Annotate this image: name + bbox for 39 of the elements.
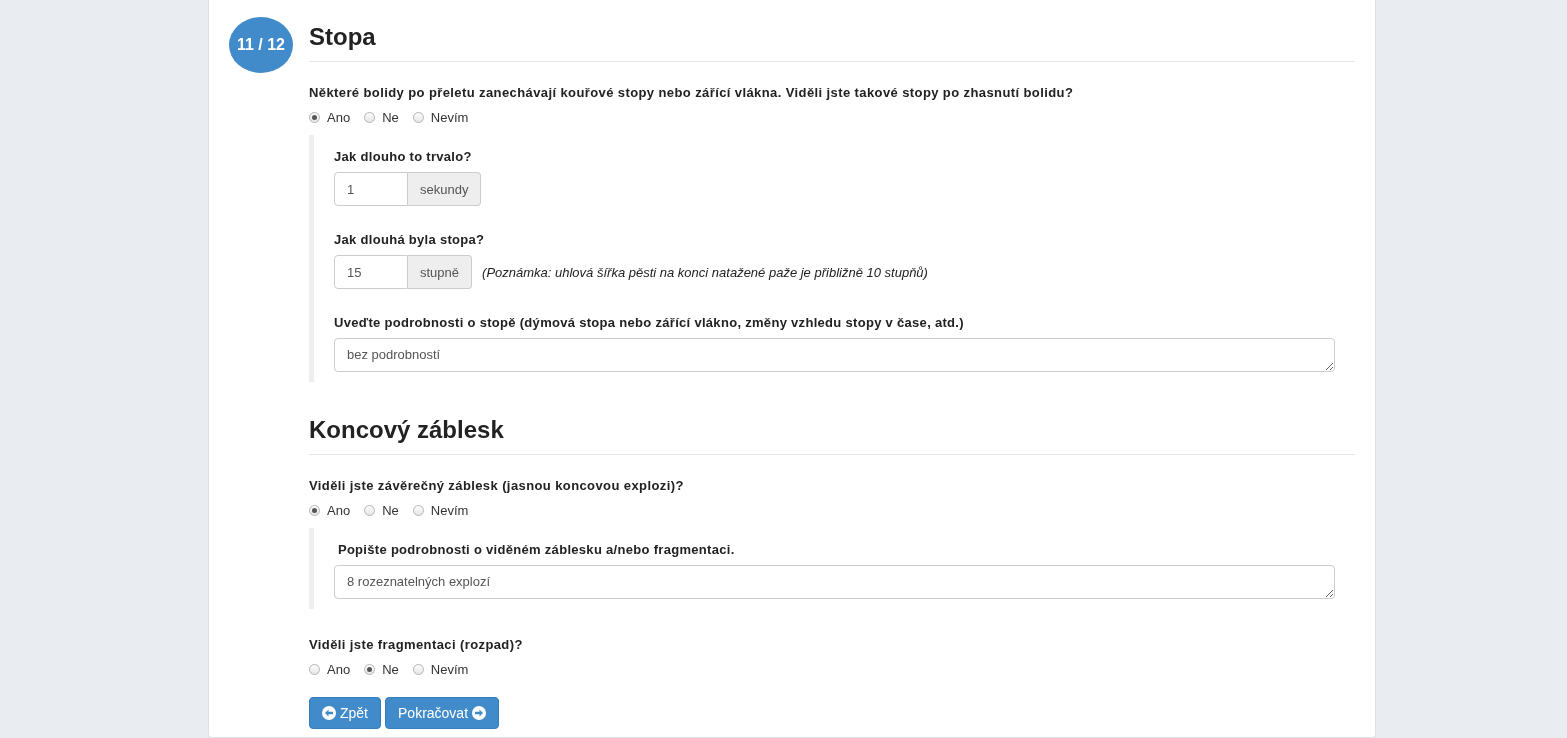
- radio-option[interactable]: Ano: [309, 503, 351, 518]
- question-label: Viděli jste závěrečný záblesk (jasnou koncovou explozi)?: [309, 478, 685, 493]
- radio-option[interactable]: Nevím: [412, 662, 469, 677]
- unit-label: stupně: [408, 255, 473, 289]
- radio-icon[interactable]: [412, 112, 424, 123]
- back-button[interactable]: Zpět: [309, 697, 381, 729]
- radio-icon[interactable]: [309, 664, 320, 675]
- field-label: Uveďte podrobnosti o stopě (dýmová stopa nebo zářící vlákno, změny vzhledu stopy v čase, atd.): [334, 315, 965, 330]
- radio-option[interactable]: Ano: [309, 110, 351, 125]
- radio-icon[interactable]: [364, 664, 376, 675]
- question-label: Viděli jste fragmentaci (rozpad)?: [309, 637, 524, 652]
- section-heading: Stopa: [309, 23, 1355, 62]
- number-field[interactable]: 1: [334, 172, 408, 206]
- radio-option[interactable]: Ne: [364, 110, 399, 125]
- radio-icon[interactable]: [412, 664, 424, 675]
- radio-option[interactable]: Ano: [309, 662, 351, 677]
- radio-icon[interactable]: [412, 505, 424, 516]
- question-label: Některé bolidy po přeletu zanechávají kouřové stopy nebo zářící vlákna. Viděli jste takové stopy po zhasnutí bolidu?: [309, 85, 1075, 100]
- radio-option[interactable]: Ne: [364, 503, 399, 518]
- radio-icon[interactable]: [309, 505, 320, 516]
- right-arrow-icon: [472, 706, 487, 720]
- continue-button[interactable]: Pokračovat: [385, 697, 500, 729]
- radio-option[interactable]: Nevím: [412, 110, 469, 125]
- radio-icon[interactable]: [309, 112, 320, 123]
- text-area[interactable]: bez podrobností: [334, 338, 1335, 372]
- section-heading: Koncový záblesk: [309, 416, 1355, 455]
- radio-icon[interactable]: [364, 505, 376, 516]
- step-badge: 11 / 12: [229, 17, 293, 73]
- radio-option[interactable]: Ne: [364, 662, 399, 677]
- radio-option[interactable]: Nevím: [412, 503, 469, 518]
- field-label: Jak dlouho to trvalo?: [334, 149, 473, 164]
- number-field[interactable]: 15: [334, 255, 408, 289]
- field-label: Jak dlouhá byla stopa?: [334, 232, 486, 247]
- left-arrow-icon: [322, 706, 336, 720]
- unit-label: sekundy: [408, 172, 482, 206]
- text-area[interactable]: 8 rozeznatelných explozí: [334, 565, 1335, 599]
- radio-icon[interactable]: [364, 112, 376, 123]
- field-label: Popište podrobnosti o viděném záblesku a/nebo fragmentaci.: [336, 542, 736, 557]
- note-text: (Poznámka: uhlová šířka pěsti na konci natažené paže je přibližně 10 stupňů): [482, 264, 928, 280]
